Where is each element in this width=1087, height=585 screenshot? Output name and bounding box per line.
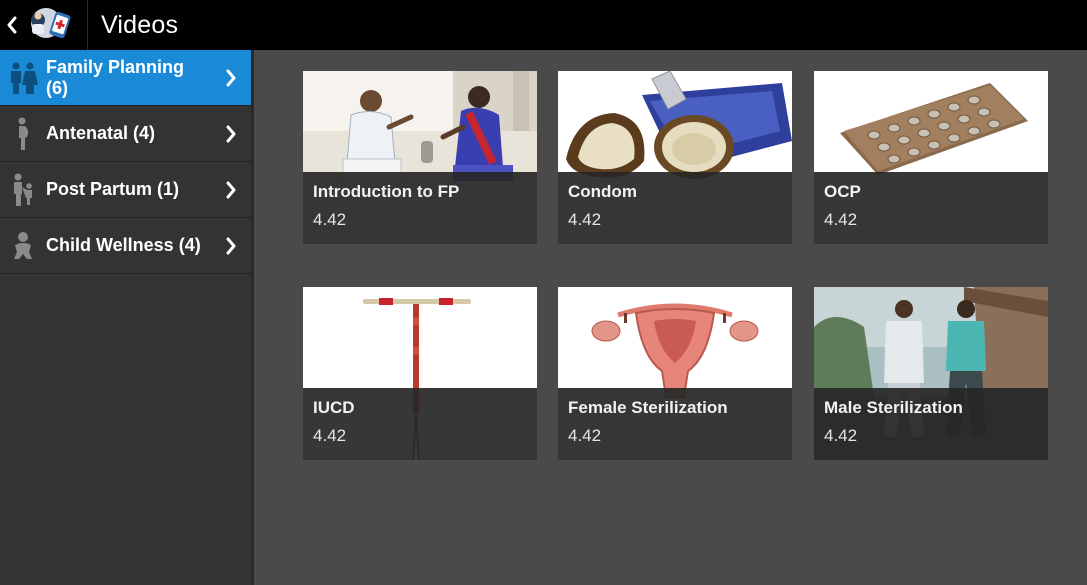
- video-duration: 4.42: [824, 210, 858, 229]
- video-title: IUCD: [313, 398, 355, 417]
- category-sidebar: Family Planning (6) Antenatal (4) Post P…: [0, 50, 254, 585]
- video-info-overlay: Introduction to FP 4.42: [303, 172, 537, 244]
- video-card[interactable]: OCP 4.42: [814, 71, 1048, 244]
- sidebar-item-label: Antenatal (4): [46, 123, 156, 143]
- video-title: Female Sterilization: [568, 398, 728, 417]
- video-title: OCP: [824, 182, 861, 201]
- sidebar-item-label: Family Planning (6): [46, 56, 185, 98]
- video-duration: 4.42: [568, 210, 602, 229]
- video-duration: 4.42: [824, 426, 858, 445]
- video-info-overlay: IUCD 4.42: [303, 388, 537, 460]
- sidebar-item-antenatal[interactable]: Antenatal (4): [0, 106, 251, 162]
- sidebar-item-post-partum[interactable]: Post Partum (1): [0, 162, 251, 218]
- video-info-overlay: Male Sterilization 4.42: [814, 388, 1048, 460]
- video-duration: 4.42: [313, 426, 347, 445]
- video-title: Male Sterilization: [824, 398, 963, 417]
- sidebar-item-family-planning[interactable]: Family Planning (6): [0, 50, 251, 106]
- video-duration: 4.42: [313, 210, 347, 229]
- video-card[interactable]: Introduction to FP 4.42: [303, 71, 537, 244]
- chevron-right-icon: [211, 181, 251, 199]
- video-info-overlay: Female Sterilization 4.42: [558, 388, 792, 460]
- video-info-overlay: OCP 4.42: [814, 172, 1048, 244]
- video-card[interactable]: Condom 4.42: [558, 71, 792, 244]
- app-logo-icon: [22, 3, 78, 47]
- video-info-overlay: Condom 4.42: [558, 172, 792, 244]
- chevron-right-icon: [211, 125, 251, 143]
- video-title: Introduction to FP: [313, 182, 460, 201]
- couple-icon: [0, 50, 46, 106]
- page-title: Videos: [101, 10, 179, 39]
- video-card[interactable]: IUCD 4.42: [303, 287, 537, 460]
- mother-child-icon: [0, 162, 46, 218]
- video-grid: Introduction to FP 4.42 Condom 4.42 OCP …: [257, 50, 1087, 585]
- sidebar-item-label: Child Wellness (4): [46, 235, 201, 255]
- video-card[interactable]: Female Sterilization 4.42: [558, 287, 792, 460]
- video-card[interactable]: Male Sterilization 4.42: [814, 287, 1048, 460]
- chevron-right-icon: [211, 237, 251, 255]
- pregnant-woman-icon: [0, 106, 46, 162]
- video-title: Condom: [568, 182, 637, 201]
- sidebar-item-label: Post Partum (1): [46, 179, 180, 199]
- app-root: Videos Family Planning (6) Antenatal (4)…: [0, 0, 1087, 585]
- chevron-right-icon: [211, 69, 251, 87]
- video-duration: 4.42: [568, 426, 602, 445]
- sidebar-item-child-wellness[interactable]: Child Wellness (4): [0, 218, 251, 274]
- action-bar: Videos: [0, 0, 1087, 50]
- baby-icon: [0, 218, 46, 274]
- up-navigation-button[interactable]: [0, 0, 88, 50]
- chevron-left-icon: [6, 15, 20, 35]
